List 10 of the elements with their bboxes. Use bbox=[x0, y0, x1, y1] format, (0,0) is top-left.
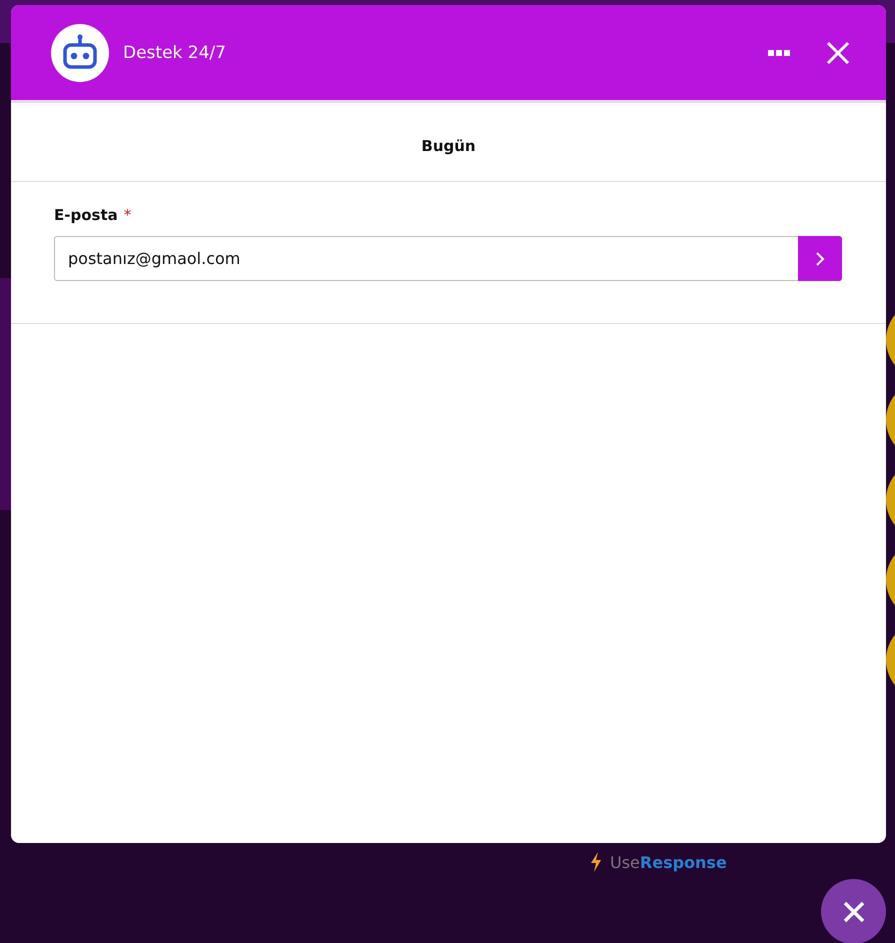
lightning-icon bbox=[590, 852, 602, 872]
date-divider: Bugün bbox=[11, 103, 886, 182]
email-field[interactable]: postanız@gmaol.com bbox=[54, 236, 798, 281]
chat-title: Destek 24/7 bbox=[123, 42, 227, 62]
close-icon bbox=[842, 900, 866, 924]
chevron-right-icon bbox=[815, 252, 825, 266]
field-label: E-posta bbox=[54, 206, 118, 224]
robot-avatar-icon bbox=[51, 24, 109, 82]
powered-by-link[interactable]: UseResponse bbox=[610, 852, 727, 872]
required-mark: * bbox=[124, 206, 132, 224]
